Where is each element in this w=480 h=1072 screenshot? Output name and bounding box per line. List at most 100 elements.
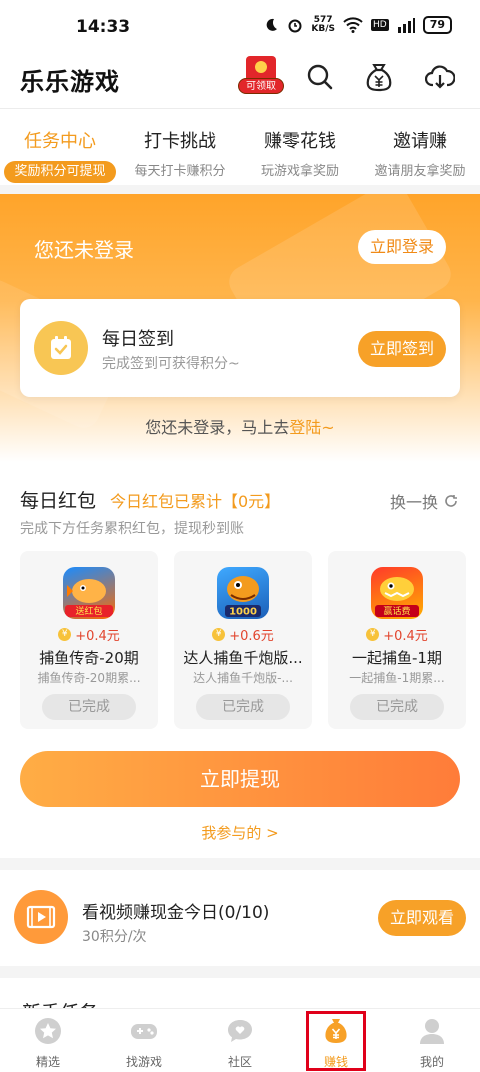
login-link[interactable]: 登陆~: [289, 418, 334, 437]
star-icon: [35, 1018, 61, 1044]
reward-amount: ¥ +0.4元: [328, 625, 466, 644]
reward-amount: ¥ +0.6元: [174, 625, 312, 644]
reward-text: +0.4元: [383, 629, 428, 644]
tab-pocket-money[interactable]: 赚零花钱 玩游戏拿奖励: [240, 109, 360, 185]
watch-now-button[interactable]: 立即观看: [378, 900, 466, 936]
nav-label: 我的: [419, 1055, 444, 1069]
daily-redpacket-section: 每日红包 今日红包已累计【0元】 换一换 完成下方任务累积红包，提现秒到账 送红…: [0, 462, 480, 858]
game-name: 达人捕鱼千炮版...: [183, 649, 303, 667]
tab-invite[interactable]: 邀请赚 邀请朋友拿奖励: [360, 109, 480, 185]
status-icons: 577 KB/S HD 79: [263, 16, 452, 34]
reward-text: +0.4元: [75, 629, 120, 644]
task-card[interactable]: 赢话费 ¥ +0.4元 一起捕鱼-1期 一起捕鱼-1期累... 已完成: [328, 551, 466, 729]
tab-subtitle: 奖励积分可提现: [4, 161, 116, 183]
tab-task-center[interactable]: 任务中心 奖励积分可提现: [0, 109, 120, 185]
download-button[interactable]: [423, 60, 457, 94]
nav-label: 社区: [227, 1055, 252, 1069]
status-time: 14:33: [76, 17, 131, 37]
signin-title: 每日签到: [102, 329, 174, 350]
video-task-section: 看视频赚现金今日(0/10) 30积分/次 立即观看: [0, 870, 480, 966]
section-description: 完成下方任务累积红包，提现秒到账: [20, 521, 244, 537]
gamepad-icon: [131, 1024, 157, 1039]
reward-text: +0.6元: [229, 629, 274, 644]
tab-subtitle: 每天打卡赚积分: [134, 164, 226, 179]
tab-title: 任务中心: [24, 131, 96, 152]
nav-find-games[interactable]: 找游戏: [96, 1009, 192, 1072]
task-card[interactable]: 送红包 ¥ +0.4元 捕鱼传奇-20期 捕鱼传奇-20期累... 已完成: [20, 551, 158, 729]
app-title: 乐乐游戏: [20, 68, 120, 96]
nav-label: 找游戏: [125, 1055, 162, 1069]
refresh-icon: [445, 495, 458, 507]
tab-subtitle: 邀请朋友拿奖励: [374, 164, 466, 179]
login-prompt: 您还未登录，马上去登陆~: [0, 414, 480, 438]
refresh-button[interactable]: 换一换: [390, 489, 458, 513]
game-icon: 赢话费: [371, 567, 423, 619]
daily-signin-card: 每日签到 完成签到可获得积分~ 立即签到: [20, 299, 460, 397]
game-icon-text: 送红包: [75, 605, 102, 617]
search-button[interactable]: [303, 60, 337, 94]
moon-icon: [267, 18, 278, 31]
battery-indicator: 79: [422, 16, 452, 34]
game-icon-text: 赢话费: [383, 605, 410, 617]
login-banner: 您还未登录 立即登录 每日签到 完成签到可获得积分~ 立即签到 您还未登录，马上…: [0, 194, 480, 462]
completed-badge: 已完成: [42, 694, 136, 720]
game-subtitle: 达人捕鱼千炮版-...: [193, 671, 293, 685]
coin-icon: ¥: [212, 628, 226, 641]
redpacket-claim-button[interactable]: 可领取: [238, 56, 284, 96]
game-icon: 送红包: [63, 567, 115, 619]
money-bag-button[interactable]: [362, 60, 396, 94]
calendar-check-icon: [34, 321, 88, 375]
signin-button[interactable]: 立即签到: [358, 331, 446, 367]
task-cards: 送红包 ¥ +0.4元 捕鱼传奇-20期 捕鱼传奇-20期累... 已完成 100…: [20, 551, 466, 731]
signal-icon: [397, 18, 415, 33]
completed-badge: 已完成: [196, 694, 290, 720]
tab-title: 打卡挑战: [144, 131, 216, 152]
login-button[interactable]: 立即登录: [358, 230, 446, 264]
nav-featured[interactable]: 精选: [0, 1009, 96, 1072]
game-subtitle: 捕鱼传奇-20期累...: [37, 671, 141, 685]
nav-community[interactable]: 社区: [192, 1009, 288, 1072]
money-bag-icon: [366, 64, 392, 92]
coin-icon: [255, 61, 267, 73]
tab-title: 邀请赚: [393, 131, 447, 152]
video-icon: [14, 890, 68, 944]
task-card[interactable]: 1000 ¥ +0.6元 达人捕鱼千炮版... 达人捕鱼千炮版-... 已完成: [174, 551, 312, 729]
task-tabs: 任务中心 奖励积分可提现 打卡挑战 每天打卡赚积分 赚零花钱 玩游戏拿奖励 邀请…: [0, 109, 480, 185]
section-title: 每日红包: [20, 490, 97, 512]
bottom-nav: 精选 找游戏 社区 赚钱 我的: [0, 1008, 480, 1072]
video-task-title: 看视频赚现金今日(0/10): [82, 903, 270, 923]
coin-icon: ¥: [366, 628, 380, 641]
alarm-icon: [288, 19, 302, 33]
nav-mine[interactable]: 我的: [384, 1009, 480, 1072]
tab-title: 赚零花钱: [264, 131, 336, 152]
app-header: 乐乐游戏 可领取: [0, 56, 480, 108]
page: 14:33 577 KB/S HD 79 乐乐游戏 可领取 任务中心 奖励积分可…: [0, 0, 480, 1072]
net-speed-unit: KB/S: [311, 24, 335, 34]
search-icon: [307, 64, 333, 90]
net-speed: 577 KB/S: [311, 16, 335, 34]
video-task-subtitle: 30积分/次: [82, 929, 147, 945]
nav-label: 精选: [35, 1055, 60, 1069]
game-name: 一起捕鱼-1期: [352, 649, 442, 667]
reward-amount: ¥ +0.4元: [20, 625, 158, 644]
not-logged-in-text: 您还未登录: [34, 238, 134, 262]
selection-highlight-box: [306, 1011, 366, 1071]
tab-subtitle: 玩游戏拿奖励: [260, 164, 339, 179]
game-subtitle: 一起捕鱼-1期累...: [349, 671, 445, 685]
my-participation-link[interactable]: 我参与的 >: [0, 822, 480, 843]
signin-subtitle: 完成签到可获得积分~: [102, 356, 240, 372]
completed-badge: 已完成: [350, 694, 444, 720]
wifi-icon: [343, 17, 363, 33]
refresh-label: 换一换: [390, 493, 439, 512]
game-icon-text: 1000: [229, 607, 257, 618]
redpacket-label: 可领取: [238, 78, 284, 94]
cloud-download-icon: [425, 65, 455, 89]
hd-badge: HD: [370, 19, 389, 31]
login-prompt-text: 您还未登录，马上去: [145, 418, 290, 437]
game-name: 捕鱼传奇-20期: [39, 649, 139, 667]
withdraw-button[interactable]: 立即提现: [20, 751, 460, 807]
redpacket-accumulated: 今日红包已累计【0元】: [110, 492, 281, 511]
chat-heart-icon: [228, 1020, 252, 1042]
status-bar: 14:33 577 KB/S HD 79: [0, 0, 480, 56]
tab-checkin-challenge[interactable]: 打卡挑战 每天打卡赚积分: [120, 109, 240, 185]
